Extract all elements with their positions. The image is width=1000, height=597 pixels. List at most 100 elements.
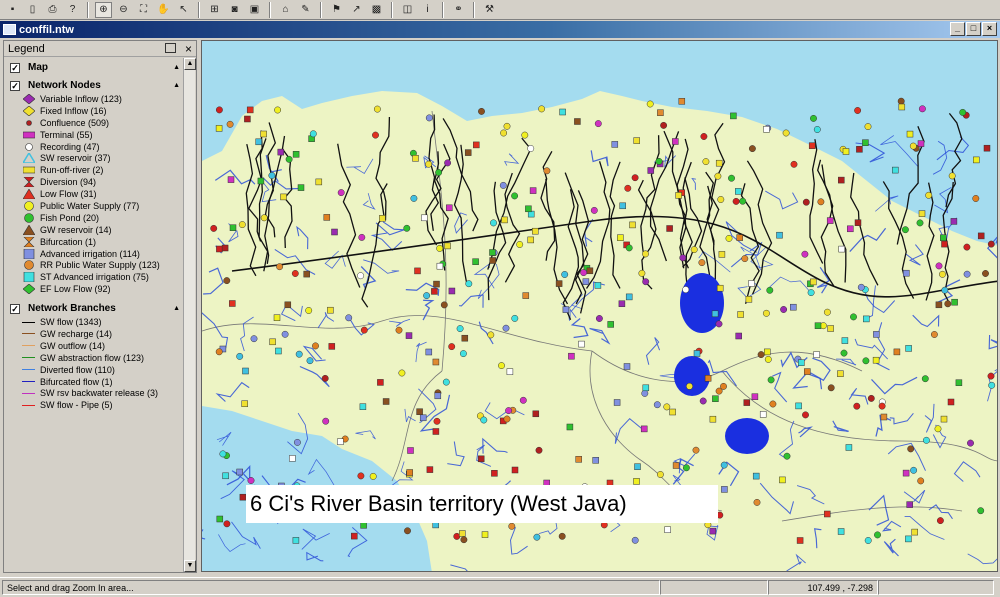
scroll-down-icon[interactable]: ▼: [184, 560, 196, 572]
branch-icon[interactable]: ↗: [348, 2, 365, 18]
legend-node-item[interactable]: SW reservoir (37): [6, 152, 184, 164]
network-node: [284, 301, 292, 309]
network-node: [269, 338, 276, 346]
network-node: [436, 244, 444, 252]
network-node: [730, 112, 737, 120]
print-icon[interactable]: ⎙: [44, 2, 61, 18]
line-symbol-icon: [22, 321, 35, 323]
legend-node-item[interactable]: Diversion (94): [6, 176, 184, 188]
legend-section-map[interactable]: ✓ Map ▲: [6, 60, 184, 75]
network-node: [618, 300, 626, 307]
maximize-button[interactable]: □: [966, 22, 981, 36]
save-icon[interactable]: ▪: [4, 2, 21, 18]
network-node: [242, 367, 249, 375]
legend-node-item[interactable]: Public Water Supply (77): [6, 200, 184, 212]
legend-node-item[interactable]: Confluence (509): [6, 117, 184, 129]
flag-icon[interactable]: ⚑: [328, 2, 345, 18]
zoom-in-icon[interactable]: ⊕: [95, 1, 112, 18]
legend-node-item[interactable]: Bifurcation (1): [6, 236, 184, 248]
network-node: [244, 115, 251, 123]
node-edit-icon[interactable]: ✎: [297, 2, 314, 18]
legend-node-item[interactable]: Run-off-river (2): [6, 164, 184, 176]
zoom-out-icon[interactable]: ⊖: [115, 2, 132, 18]
legend-node-item[interactable]: RR Public Water Supply (123): [6, 259, 184, 271]
legend-branch-item[interactable]: Diverted flow (110): [6, 364, 184, 376]
network-node: [250, 335, 258, 343]
legend-node-item[interactable]: Recording (47): [6, 141, 184, 153]
river: [306, 551, 324, 562]
new-icon[interactable]: ▯: [24, 2, 41, 18]
map-icon[interactable]: ▩: [368, 2, 385, 18]
map-edit-icon[interactable]: ◫: [399, 2, 416, 18]
legend-node-item[interactable]: Terminal (55): [6, 129, 184, 141]
legend-branch-item[interactable]: SW flow - Pipe (5): [6, 399, 184, 411]
legend-node-item[interactable]: Fixed Inflow (16): [6, 105, 184, 117]
select-icon[interactable]: ↖: [175, 2, 192, 18]
legend-branch-item[interactable]: GW abstraction flow (123): [6, 352, 184, 364]
scroll-up-icon[interactable]: ▲: [184, 58, 196, 70]
legend-branch-item[interactable]: GW recharge (14): [6, 328, 184, 340]
network-node: [305, 307, 313, 314]
info-icon[interactable]: i: [419, 2, 436, 18]
link-icon[interactable]: ⚭: [450, 2, 467, 18]
zoom-full-icon[interactable]: ▣: [246, 2, 263, 18]
network-node: [532, 227, 539, 235]
legend-branch-item[interactable]: SW flow (1343): [6, 316, 184, 328]
legend-item-label: Public Water Supply (77): [40, 200, 140, 211]
legend-close-icon[interactable]: ×: [185, 42, 192, 56]
dock-icon[interactable]: [165, 43, 176, 53]
network-node: [561, 271, 569, 278]
close-button[interactable]: ×: [982, 22, 997, 36]
zoom-layer-icon[interactable]: ◙: [226, 2, 243, 18]
zoom-window-icon[interactable]: ⊞: [206, 2, 223, 18]
pan-icon[interactable]: ✋: [155, 2, 172, 18]
network-node: [898, 103, 906, 111]
legend-node-item[interactable]: Variable Inflow (123): [6, 93, 184, 105]
document-icon: [3, 24, 16, 35]
network-node: [951, 298, 958, 306]
minimize-button[interactable]: _: [950, 22, 965, 36]
network-node: [941, 286, 949, 294]
network-node: [725, 234, 733, 242]
legend-node-item[interactable]: Low Flow (31): [6, 188, 184, 200]
nodes-checkbox[interactable]: ✓: [10, 80, 20, 91]
network-node: [221, 244, 229, 252]
river: [301, 528, 330, 550]
network-node: [963, 270, 971, 278]
legend-node-item[interactable]: EF Low Flow (92): [6, 283, 184, 295]
network-node: [369, 472, 377, 480]
tools-icon[interactable]: ⚒: [481, 2, 498, 18]
node-add-icon[interactable]: ⌂: [277, 2, 294, 18]
legend-scrollbar[interactable]: ▲ ▼: [183, 58, 196, 572]
legend-section-nodes[interactable]: ✓ Network Nodes ▲: [6, 78, 184, 93]
network-node: [337, 438, 344, 445]
network-node: [862, 139, 869, 146]
network-node: [303, 270, 310, 278]
map-canvas[interactable]: 6 Ci's River Basin territory (West Java): [201, 40, 998, 572]
legend-node-item[interactable]: Advanced irrigation (114): [6, 248, 184, 260]
legend-node-item[interactable]: ST Advanced irrigation (75): [6, 271, 184, 283]
triangle-symbol-icon: [22, 189, 35, 200]
legend-section-branches[interactable]: ✓ Network Branches ▲: [6, 301, 184, 316]
legend-branch-item[interactable]: GW outflow (14): [6, 340, 184, 352]
collapse-icon[interactable]: ▲: [173, 305, 180, 312]
legend-node-item[interactable]: Fish Pond (20): [6, 212, 184, 224]
network-node: [864, 123, 872, 131]
collapse-icon[interactable]: ▲: [173, 82, 180, 89]
diamond-symbol-icon: [22, 93, 35, 104]
zoom-extent-icon[interactable]: ⛶: [135, 2, 152, 18]
network-node: [416, 408, 423, 415]
map-checkbox[interactable]: ✓: [10, 62, 20, 73]
legend-node-item[interactable]: GW reservoir (14): [6, 224, 184, 236]
help-icon[interactable]: ?: [64, 2, 81, 18]
branches-checkbox[interactable]: ✓: [10, 303, 20, 314]
legend-title: Legend: [8, 42, 45, 55]
network-node: [930, 331, 938, 338]
legend-body: ✓ Map ▲ ✓ Network Nodes ▲ Variable Inflo…: [6, 58, 184, 572]
network-node: [421, 214, 428, 222]
network-node: [500, 129, 508, 137]
legend-branch-item[interactable]: SW rsv backwater release (3): [6, 387, 184, 399]
legend-branch-item[interactable]: Bifurcated flow (1): [6, 376, 184, 388]
network-node: [275, 347, 282, 355]
collapse-icon[interactable]: ▲: [173, 64, 180, 71]
